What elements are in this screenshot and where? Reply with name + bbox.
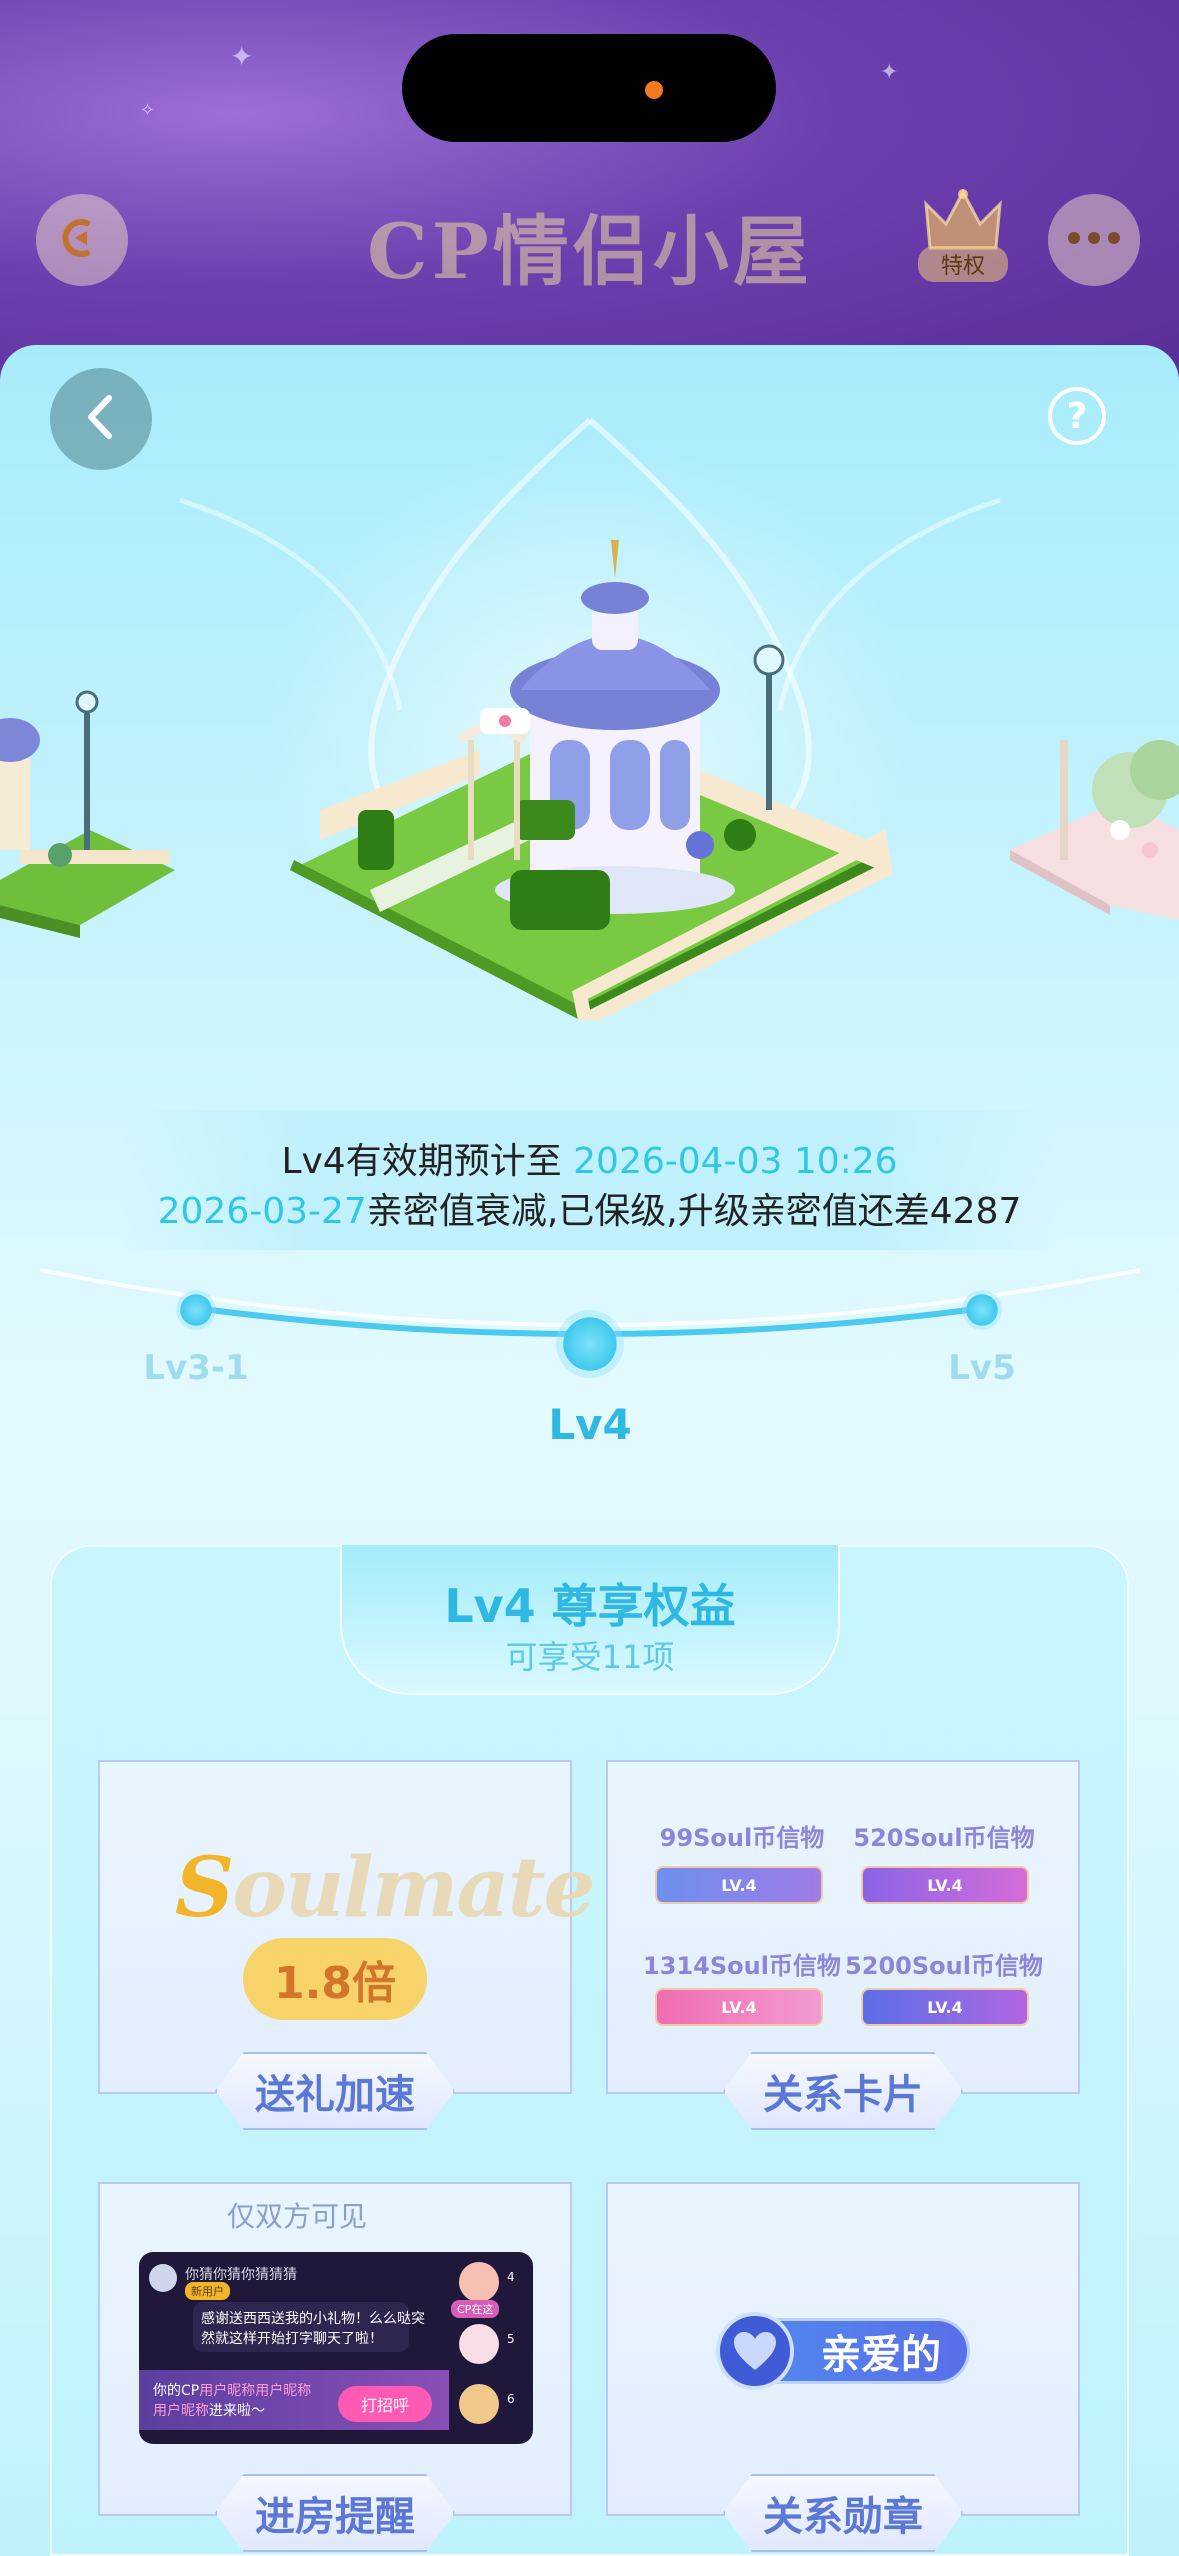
- entry-notice-line: 用户昵称进来啦～: [153, 2403, 265, 2419]
- relationship-card-ribbon: LV.4: [861, 1988, 1029, 2026]
- soulmate-logo: Soulmate: [175, 1840, 596, 1936]
- dynamic-island: [402, 34, 776, 142]
- relationship-card-ribbon: LV.4: [655, 1866, 823, 1904]
- avatar: [459, 2384, 499, 2424]
- chat-user-name: 你猜你猜你猜猜猜: [185, 2267, 297, 2283]
- coin-token-label: 1314Soul币信物: [643, 1952, 841, 1980]
- entry-reminder-preview: 你猜你猜你猜猜猜 新用户 感谢送西西送我的小礼物！么么哒突 然就这样开始打字聊天…: [139, 2252, 533, 2444]
- cp-tag: CP在这: [451, 2300, 500, 2318]
- level-node-next[interactable]: [962, 1290, 1002, 1330]
- visibility-note: 仅双方可见: [226, 2200, 367, 2233]
- page-title: CP情侣小屋: [367, 207, 813, 296]
- benefits-title: Lv4 尊享权益: [444, 1579, 736, 1633]
- benefit-label-entry-reminder: 进房提醒: [215, 2474, 455, 2552]
- coin-token-label: 99Soul币信物: [659, 1824, 825, 1852]
- benefit-label-relationship-card: 关系卡片: [723, 2052, 963, 2130]
- intimacy-info: 2026-03-27亲密值衰减,已保级,升级亲密值还差4287: [0, 1182, 1179, 1234]
- benefit-label-gift-speedup: 送礼加速: [215, 2052, 455, 2130]
- chevron-left-icon: [81, 392, 121, 446]
- camera-indicator: [645, 81, 663, 99]
- house-current-level[interactable]: [280, 540, 900, 1020]
- gift-multiplier: 1.8倍: [243, 1938, 427, 2020]
- sparkle-icon: ✧: [140, 100, 156, 121]
- question-mark-icon: ?: [1066, 395, 1088, 437]
- privilege-label: 特权: [918, 246, 1008, 282]
- exit-room-button[interactable]: [36, 194, 128, 286]
- decay-date: 2026-03-27: [157, 1191, 367, 1232]
- validity-prefix: Lv4有效期预计至: [281, 1141, 574, 1182]
- avatar: [459, 2262, 499, 2302]
- coin-token-label: 520Soul币信物: [853, 1824, 1035, 1852]
- level-label-current[interactable]: Lv4: [520, 1400, 660, 1449]
- sparkle-icon: ✦: [230, 40, 254, 73]
- chat-message-line: 然就这样开始打字聊天了啦！: [201, 2331, 383, 2347]
- level-node-prev[interactable]: [176, 1290, 216, 1330]
- relationship-card-ribbon: LV.4: [861, 1866, 1029, 1904]
- help-button[interactable]: ?: [1048, 387, 1106, 445]
- user-tag: 新用户: [185, 2282, 230, 2300]
- benefit-label-relationship-badge: 关系勋章: [723, 2474, 963, 2552]
- level-node-current[interactable]: [556, 1310, 624, 1378]
- avatar: [459, 2324, 499, 2364]
- benefits-count: 可享受11项: [505, 1638, 675, 1676]
- seat-number: 5: [507, 2332, 515, 2346]
- more-options-button[interactable]: [1048, 194, 1140, 286]
- level-label-next[interactable]: Lv5: [912, 1348, 1052, 1388]
- benefit-card-relationship-card[interactable]: [606, 1760, 1080, 2094]
- level-label-prev[interactable]: Lv3-1: [126, 1348, 266, 1388]
- back-button[interactable]: [50, 368, 152, 470]
- greet-button[interactable]: 打招呼: [338, 2386, 432, 2422]
- house-preview-next[interactable]: [1000, 680, 1179, 940]
- entry-notice-line: 你的CP用户昵称用户昵称: [153, 2383, 312, 2399]
- avatar: [149, 2264, 177, 2292]
- more-icon: [1066, 230, 1122, 250]
- house-preview-previous[interactable]: [0, 680, 180, 940]
- exit-icon: [57, 213, 107, 267]
- relationship-card-ribbon: LV.4: [655, 1988, 823, 2026]
- seat-number: 4: [507, 2270, 515, 2284]
- intimacy-status: 亲密值衰减,已保级,升级亲密值还差4287: [366, 1191, 1022, 1232]
- validity-date: 2026-04-03 10:26: [573, 1141, 898, 1182]
- coin-token-label: 5200Soul币信物: [845, 1952, 1043, 1980]
- seat-number: 6: [507, 2392, 515, 2406]
- validity-info: Lv4有效期预计至 2026-04-03 10:26: [0, 1132, 1179, 1184]
- heart-icon: [716, 2312, 794, 2390]
- chat-message-line: 感谢送西西送我的小礼物！么么哒突: [201, 2311, 425, 2327]
- sparkle-icon: ✦: [880, 60, 899, 85]
- privilege-button[interactable]: 特权: [918, 186, 1008, 286]
